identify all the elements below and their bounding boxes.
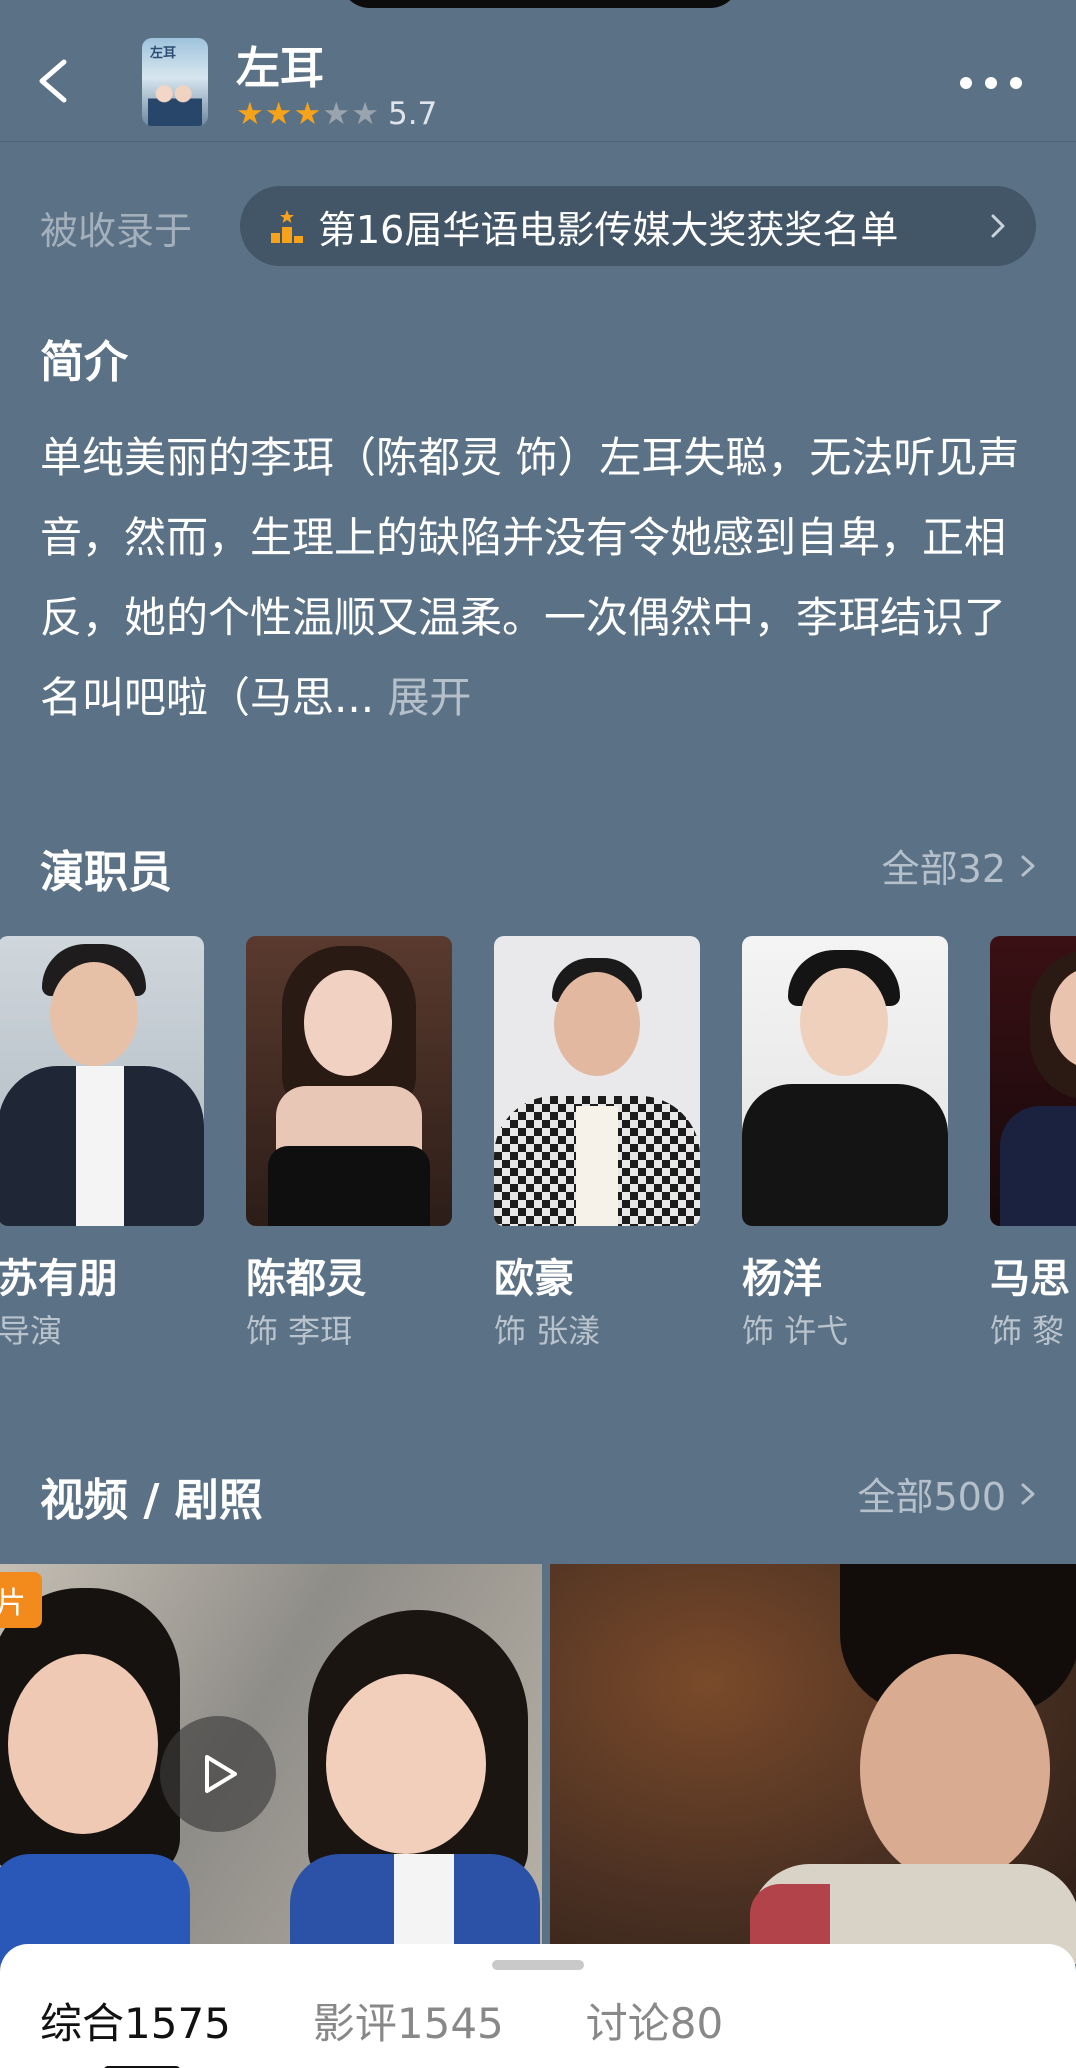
- cast-name: 欧豪: [494, 1256, 574, 1302]
- cast-name: 陈都灵: [246, 1256, 366, 1302]
- poster-figures: [148, 80, 202, 126]
- sheet-grabber-handle[interactable]: [492, 1960, 584, 1970]
- expand-button[interactable]: 展开: [387, 673, 471, 722]
- cast-carousel[interactable]: 苏有朋 导演 陈都灵 饰 李珥 欧豪 饰 张漾 杨洋 饰 许弋 马思 饰 黎: [0, 936, 1076, 1356]
- cast-role: 饰 许弋: [742, 1312, 849, 1350]
- dot-icon: [1010, 77, 1022, 89]
- bottom-sheet[interactable]: 综合1575 影评1545 讨论80: [0, 1944, 1076, 2068]
- cast-name: 杨洋: [742, 1256, 822, 1302]
- play-icon: [205, 1755, 237, 1793]
- movie-detail-page: 左耳 左耳 ★ ★ ★ ★ ★ 5.7 被收录于 第16届华语电影传媒大奖获奖名…: [0, 0, 1076, 2068]
- media-section-title: 视频 / 剧照: [40, 1475, 263, 1526]
- cast-all-label: 全部32: [881, 847, 1006, 891]
- video-badge: 片: [0, 1572, 42, 1628]
- cast-photo: [0, 936, 204, 1226]
- collected-list-name: 第16届华语电影传媒大奖获奖名单: [318, 207, 899, 252]
- cast-role: 饰 黎: [990, 1312, 1065, 1350]
- play-button[interactable]: [160, 1716, 276, 1832]
- media-carousel[interactable]: 片: [0, 1564, 1076, 1964]
- dot-icon: [960, 77, 972, 89]
- video-thumbnail[interactable]: 片: [0, 1564, 542, 1964]
- dot-icon: [985, 77, 997, 89]
- chevron-right-icon: [1021, 855, 1035, 876]
- cast-view-all-link[interactable]: 全部32: [882, 838, 1036, 893]
- rating-row: ★ ★ ★ ★ ★ 5.7: [236, 96, 437, 132]
- cast-name: 苏有朋: [0, 1256, 118, 1302]
- synopsis-text-block: 单纯美丽的李珥（陈都灵 饰）左耳失聪，无法听见声音，然而，生理上的缺陷并没有令她…: [40, 418, 1040, 738]
- cast-role: 饰 张漾: [494, 1312, 601, 1350]
- cast-role: 导演: [0, 1312, 63, 1350]
- chevron-right-icon: [1021, 1483, 1035, 1504]
- cast-card[interactable]: 欧豪 饰 张漾: [494, 936, 700, 1350]
- more-options-button[interactable]: [960, 68, 1022, 98]
- cast-name: 马思: [990, 1256, 1070, 1302]
- collected-list-link[interactable]: 第16届华语电影传媒大奖获奖名单: [240, 186, 1036, 266]
- cast-card[interactable]: 马思 饰 黎: [990, 936, 1076, 1350]
- cast-card[interactable]: 苏有朋 导演: [0, 936, 204, 1350]
- cast-photo: [742, 936, 948, 1226]
- media-all-label: 全部500: [857, 1475, 1006, 1519]
- tab-reviews[interactable]: 影评1545: [313, 1990, 504, 2051]
- chevron-right-icon: [991, 214, 1005, 238]
- media-view-all-link[interactable]: 全部500: [857, 1466, 1036, 1521]
- movie-poster-thumbnail[interactable]: 左耳: [142, 38, 208, 126]
- cast-photo: [494, 936, 700, 1226]
- still-photo[interactable]: [550, 1564, 1076, 1964]
- rating-score: 5.7: [387, 96, 438, 132]
- synopsis-text: 单纯美丽的李珥（陈都灵 饰）左耳失聪，无法听见声音，然而，生理上的缺陷并没有令她…: [40, 433, 1020, 722]
- star-icon: ★: [264, 95, 293, 132]
- cast-role: 饰 李珥: [246, 1312, 353, 1350]
- cast-photo: [990, 936, 1076, 1226]
- star-icon: ★: [322, 95, 351, 132]
- star-icon: ★: [351, 95, 379, 132]
- star-icon: ★: [293, 95, 322, 132]
- bottom-tab-bar: 综合1575 影评1545 讨论80: [40, 1990, 805, 2051]
- poster-title-text: 左耳: [150, 46, 177, 61]
- cast-section-title: 演职员: [40, 847, 172, 898]
- tab-overview[interactable]: 综合1575: [40, 1990, 231, 2051]
- chevron-left-icon: [39, 59, 67, 103]
- top-bar: 左耳 左耳 ★ ★ ★ ★ ★ 5.7: [0, 0, 1076, 142]
- cast-photo: [246, 936, 452, 1226]
- star-icon: ★: [236, 95, 264, 132]
- synopsis-title: 简介: [40, 337, 128, 388]
- collected-label: 被收录于: [40, 209, 193, 253]
- cast-card[interactable]: 陈都灵 饰 李珥: [246, 936, 452, 1350]
- award-podium-icon: [271, 210, 303, 243]
- tab-discussions[interactable]: 讨论80: [586, 1990, 723, 2051]
- back-button[interactable]: [28, 48, 78, 114]
- cast-card[interactable]: 杨洋 饰 许弋: [742, 936, 948, 1350]
- movie-title: 左耳: [236, 43, 324, 94]
